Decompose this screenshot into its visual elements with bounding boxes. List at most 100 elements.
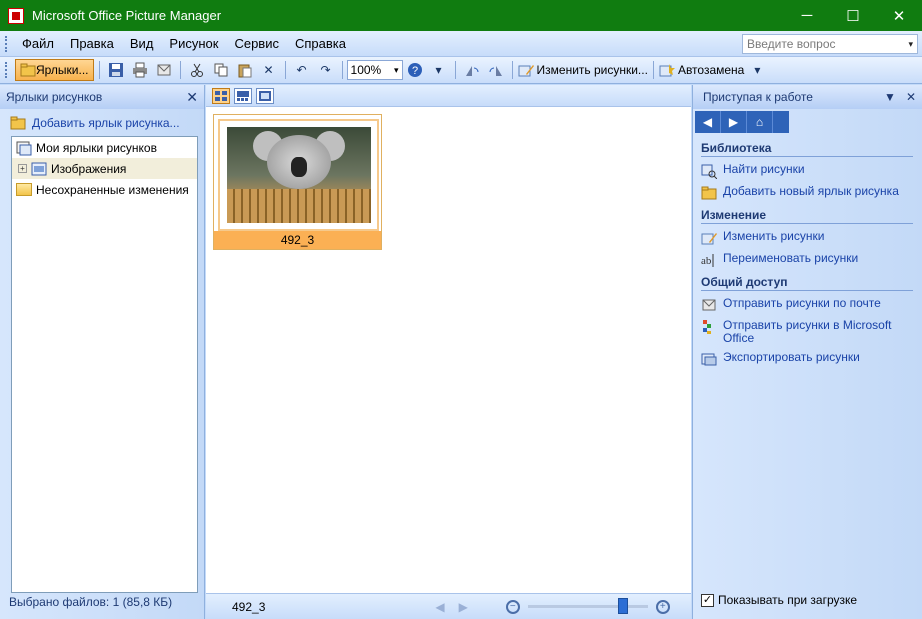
task-pane-header: Приступая к работе ▼ ✕ <box>693 85 922 109</box>
show-on-startup-checkbox[interactable]: ✓ <box>701 593 714 607</box>
tree-item-unsaved-edits[interactable]: Несохраненные изменения <box>12 179 197 200</box>
toolbar-separator <box>652 61 654 79</box>
rotate-right-icon <box>489 66 502 76</box>
save-button[interactable] <box>105 59 127 81</box>
cut-button[interactable] <box>186 59 208 81</box>
task-pane-home-button[interactable]: ⌂ <box>747 111 773 133</box>
section-library: Библиотека Найти рисунки Добавить новый … <box>701 141 913 207</box>
edit-picture-icon <box>701 233 717 245</box>
zoom-dropdown-icon[interactable]: ▾ <box>394 63 399 77</box>
folder-shortcut-icon <box>20 63 36 77</box>
menu-file[interactable]: Файл <box>14 34 62 53</box>
task-pane-back-button[interactable]: ◀ <box>695 111 721 133</box>
zoom-out-icon[interactable]: − <box>505 599 520 614</box>
tree-expand-icon[interactable]: + <box>18 164 27 173</box>
thumbnail-filename: 492_3 <box>214 231 381 249</box>
shortcuts-pane-title: Ярлыки рисунков <box>6 90 103 104</box>
rename-pictures-link[interactable]: ab Переименовать рисунки <box>701 252 913 268</box>
tree-item-images[interactable]: + Изображения <box>12 158 197 179</box>
add-picture-shortcut-link[interactable]: Добавить ярлык рисунка... <box>0 109 204 137</box>
koala-nose <box>291 157 307 177</box>
toolbar-separator <box>179 61 181 79</box>
copy-button[interactable] <box>210 59 232 81</box>
unsaved-edits-folder-icon <box>16 183 32 196</box>
zoom-combo[interactable]: 100% ▾ <box>346 60 403 80</box>
menubar-grip-handle[interactable] <box>5 35 8 52</box>
office-send-icon <box>703 320 711 334</box>
zoom-slider-thumb[interactable] <box>617 598 628 614</box>
task-link-label: Переименовать рисунки <box>723 251 859 265</box>
menu-picture[interactable]: Рисунок <box>161 34 226 53</box>
email-pictures-link[interactable]: Отправить рисунки по почте <box>701 297 913 313</box>
zoom-slider[interactable] <box>527 598 648 614</box>
task-link-label: Найти рисунки <box>723 162 805 176</box>
section-title: Библиотека <box>701 141 913 157</box>
close-button[interactable]: ✕ <box>876 0 922 31</box>
export-pictures-link[interactable]: Экспортировать рисунки <box>701 351 913 367</box>
minimize-button[interactable]: ─ <box>784 0 830 31</box>
shortcuts-pane-close-button[interactable]: ✕ <box>186 89 198 106</box>
toolbar-separator <box>341 61 343 79</box>
picture-shortcuts-pane: Ярлыки рисунков ✕ Добавить ярлык рисунка… <box>0 85 205 619</box>
paste-button[interactable] <box>234 59 256 81</box>
section-editing: Изменение Изменить рисунки ab Переименов… <box>701 208 913 274</box>
menu-view[interactable]: Вид <box>122 34 162 53</box>
shortcuts-folder-icon <box>16 141 32 155</box>
mail-attachment-icon <box>157 64 171 76</box>
task-pane-close-button[interactable]: ✕ <box>906 90 916 104</box>
toolbar-separator <box>98 61 100 79</box>
tree-item-label: Несохраненные изменения <box>36 182 189 197</box>
thumbnail-view-button[interactable] <box>212 87 230 104</box>
task-pane-menu-button[interactable]: ▼ <box>884 90 896 104</box>
find-pictures-link[interactable]: Найти рисунки <box>701 163 913 179</box>
maximize-button[interactable]: ☐ <box>830 0 876 31</box>
window-title: Microsoft Office Picture Manager <box>32 8 222 23</box>
delete-button[interactable]: ✕ <box>258 59 280 81</box>
picture-manager-app-icon[interactable] <box>8 7 24 24</box>
shortcuts-label: Ярлыки... <box>36 63 89 77</box>
rotate-left-button[interactable] <box>461 59 483 81</box>
filmstrip-view-button[interactable] <box>234 87 252 104</box>
print-button[interactable] <box>129 59 151 81</box>
send-mail-button[interactable] <box>153 59 175 81</box>
undo-button[interactable]: ↶ <box>291 59 313 81</box>
filmstrip-icon <box>237 90 249 101</box>
redo-button[interactable]: ↷ <box>315 59 337 81</box>
task-pane-forward-button[interactable]: ▶ <box>721 111 747 133</box>
show-on-startup-option[interactable]: ✓ Показывать при загрузке <box>701 593 857 607</box>
task-link-label: Отправить рисунки в Microsoft Office <box>723 318 892 345</box>
print-icon <box>132 62 147 78</box>
rotate-right-button[interactable] <box>485 59 507 81</box>
toolbar-overflow-button[interactable]: ▾ <box>428 59 450 81</box>
toolbar-separator <box>284 61 286 79</box>
edit-pictures-link[interactable]: Изменить рисунки <box>701 230 913 246</box>
edit-pictures-button[interactable]: Изменить рисунки... <box>518 59 648 81</box>
task-pane-title: Приступая к работе <box>703 90 813 104</box>
svg-text:ab: ab <box>701 255 712 267</box>
scissors-icon <box>190 63 203 77</box>
picture-thumbnail[interactable]: 492_3 <box>213 114 382 250</box>
zoom-in-icon[interactable]: + <box>655 599 670 614</box>
task-link-label: Изменить рисунки <box>723 229 825 243</box>
send-to-office-link[interactable]: Отправить рисунки в Microsoft Office <box>701 319 913 345</box>
next-picture-button[interactable]: ▶ <box>459 600 468 614</box>
help-button[interactable]: ? <box>404 59 426 81</box>
menu-edit[interactable]: Правка <box>62 34 122 53</box>
autocorrect-button[interactable]: Автозамена <box>659 59 744 81</box>
ask-question-input[interactable]: Введите вопрос ▾ <box>742 34 918 54</box>
shortcuts-button[interactable]: Ярлыки... <box>15 59 94 81</box>
tree-item-my-picture-shortcuts[interactable]: Мои ярлыки рисунков <box>12 137 197 158</box>
tree-item-label: Мои ярлыки рисунков <box>36 140 157 155</box>
toolbar-grip-handle[interactable] <box>5 62 8 78</box>
task-pane-navigation: ◀ ▶ ⌂ <box>695 111 789 133</box>
single-picture-view-button[interactable] <box>256 87 274 104</box>
add-new-shortcut-link[interactable]: Добавить новый ярлык рисунка <box>701 185 913 201</box>
menu-bar: Файл Правка Вид Рисунок Сервис Справка В… <box>0 31 922 57</box>
zoom-value: 100% <box>350 63 382 77</box>
add-folder-shortcut-icon <box>701 186 717 200</box>
menu-help[interactable]: Справка <box>287 34 354 53</box>
toolbar-overflow-button-2[interactable]: ▾ <box>746 59 768 81</box>
menu-tools[interactable]: Сервис <box>226 34 287 53</box>
previous-picture-button[interactable]: ◀ <box>435 600 444 614</box>
ask-question-dropdown-icon[interactable]: ▾ <box>908 37 913 51</box>
